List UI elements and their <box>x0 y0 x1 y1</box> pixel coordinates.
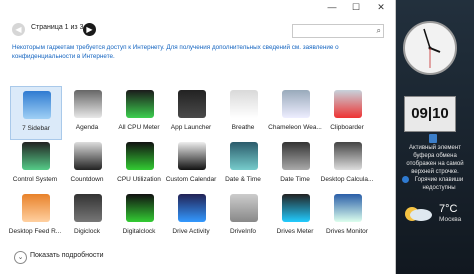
next-page-button[interactable]: ▶ <box>83 23 96 36</box>
clipboard-gadget-text[interactable]: Активный элемент буфера обмена отображен… <box>398 144 472 176</box>
gadget-tile[interactable]: CPU Utilization <box>114 138 164 190</box>
gadget-label: Clipboarder <box>330 124 364 131</box>
drive-info-icon <box>230 194 258 222</box>
clipboard-icon <box>429 134 437 143</box>
gadget-tile[interactable]: Desktop Calcula... <box>321 138 373 190</box>
gadget-label: Breathe <box>231 124 255 131</box>
gadget-tile[interactable]: Custom Calendar <box>166 138 216 190</box>
gadget-tile[interactable]: Breathe <box>218 86 268 138</box>
calculator-icon <box>334 142 362 170</box>
gadget-label: Drives Meter <box>276 228 314 235</box>
gadget-tile[interactable]: Control System <box>10 138 60 190</box>
minimize-button[interactable]: — <box>325 0 339 14</box>
gadget-tile[interactable]: Digitalclock <box>114 190 164 242</box>
expand-details-button[interactable]: ⌄ <box>14 251 27 264</box>
calendar-8-icon <box>178 142 206 170</box>
digiclock-icon <box>74 194 102 222</box>
gadget-tile[interactable]: Drives Monitor <box>322 190 372 242</box>
maximize-button[interactable]: ☐ <box>349 0 363 14</box>
date-time-icon <box>230 142 258 170</box>
control-system-icon <box>22 142 50 170</box>
drives-meter-icon <box>282 194 310 222</box>
date-time-icon-2 <box>282 142 310 170</box>
gadget-tile[interactable]: Clipboarder <box>322 86 372 138</box>
gadget-label: Date & Time <box>225 176 261 183</box>
gadget-label: Digiclock <box>73 228 100 235</box>
gadget-tile[interactable]: Date & Time <box>218 138 268 190</box>
drive-activity-icon <box>178 194 206 222</box>
gadget-tile[interactable]: 7 Sidebar <box>10 86 62 140</box>
rss-icon <box>22 194 50 222</box>
weather-city: Москва <box>439 216 462 223</box>
previous-page-button[interactable]: ◀ <box>12 23 25 36</box>
gadget-tile[interactable]: Desktop Feed R... <box>9 190 61 242</box>
weather-cloud-icon <box>282 90 310 118</box>
chevron-down-icon: ⌄ <box>17 254 24 261</box>
chevron-right-icon: ▶ <box>86 25 93 34</box>
drives-monitor-icon <box>334 194 362 222</box>
agenda-icon <box>74 90 102 118</box>
clipboard-icon <box>334 90 362 118</box>
gadget-tile[interactable]: All CPU Meter <box>114 86 164 138</box>
gadget-tile[interactable]: App Launcher <box>166 86 216 138</box>
cpu-meter-icon <box>126 90 154 118</box>
gadget-label: Countdown <box>70 176 104 183</box>
gadget-label: App Launcher <box>170 124 212 131</box>
gadget-tile[interactable]: Countdown <box>62 138 112 190</box>
weather-cloud-icon <box>405 207 432 221</box>
close-button[interactable]: ✕ <box>374 0 388 14</box>
gadget-tile[interactable]: Drive Activity <box>166 190 216 242</box>
gadget-label: Chameleon Wea... <box>268 124 322 131</box>
gadget-label: Custom Calendar <box>165 176 217 183</box>
gadget-label: Desktop Feed R... <box>8 228 62 235</box>
search-icon[interactable]: ⌕ <box>377 25 381 37</box>
gadget-label: Date Time <box>280 176 310 183</box>
gadget-label: Agenda <box>75 124 99 131</box>
gadget-gallery-window: — ☐ ✕ ◀ Страница 1 из 3 ▶ ⌕ Некоторым га… <box>0 0 396 274</box>
gadget-tile[interactable]: DriveInfo <box>218 190 268 242</box>
gadget-tile[interactable]: Date Time <box>270 138 320 190</box>
cpu-utilization-icon <box>126 142 154 170</box>
calendar-7-icon <box>74 142 102 170</box>
gadget-label: CPU Utilization <box>117 176 161 183</box>
page-indicator: Страница 1 из 3 <box>31 24 84 31</box>
show-details-label[interactable]: Показать подробности <box>30 252 104 259</box>
gadget-tile[interactable]: Digiclock <box>62 190 112 242</box>
gadget-label: Drives Monitor <box>326 228 368 235</box>
breathe-icon <box>230 90 258 118</box>
gadget-label: Digitalclock <box>122 228 156 235</box>
app-launcher-icon <box>178 90 206 118</box>
gadget-label: Control System <box>12 176 58 183</box>
titlebar: — ☐ ✕ <box>0 0 395 14</box>
gadget-tile[interactable]: Drives Meter <box>270 190 320 242</box>
digitalclock-icon <box>126 194 154 222</box>
gadget-label: DriveInfo <box>229 228 256 235</box>
gadget-tile[interactable]: Agenda <box>62 86 112 138</box>
gadget-label: Drive Activity <box>172 228 210 235</box>
monitor-icon <box>23 91 51 119</box>
gadget-tile[interactable]: Chameleon Wea... <box>268 86 322 138</box>
gadget-label: 7 Sidebar <box>22 125 50 132</box>
search-input[interactable] <box>293 30 373 43</box>
analog-clock-gadget[interactable] <box>402 20 458 76</box>
hotkeys-status: Горячие клавиши недоступны <box>414 177 464 191</box>
search-box: ⌕ <box>292 24 384 43</box>
chevron-left-icon: ◀ <box>15 25 22 34</box>
flip-clock-gadget[interactable]: 09|10 <box>404 96 456 132</box>
internet-access-notice[interactable]: Некоторым гаджетам требуется доступ к Ин… <box>12 43 342 61</box>
gadget-label: All CPU Meter <box>118 124 160 131</box>
desktop-sidebar: 09|10 Активный элемент буфера обмена ото… <box>396 0 474 274</box>
weather-temperature: 7°C <box>439 203 458 215</box>
gadget-label: Desktop Calcula... <box>320 176 374 183</box>
